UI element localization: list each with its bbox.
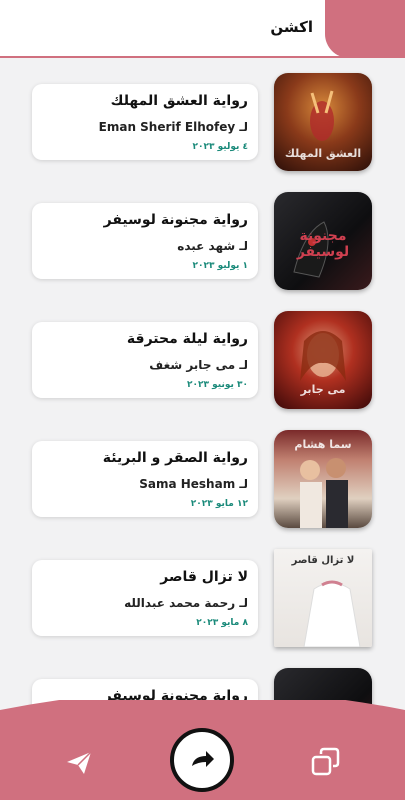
- novel-card[interactable]: رواية مجنونة لوسيفر لـ شهد عبده ١ يوليو …: [32, 203, 258, 279]
- novel-date: ٨ مايو ٢٠٢٣: [196, 618, 248, 628]
- cover-title: سما هشام: [294, 438, 352, 451]
- novel-title: رواية ليلة محترقة: [126, 331, 248, 347]
- novel-date: ١ يوليو ٢٠٢٣: [192, 261, 248, 271]
- novel-author: لـ رحمة محمد عبدالله: [124, 596, 248, 610]
- novel-card[interactable]: رواية الصقر و البريئة لـ Sama Hesham ١٢ …: [32, 441, 258, 517]
- page-title: اكشن: [270, 18, 313, 36]
- share-forward-icon: [192, 751, 214, 767]
- novel-date: ١٢ مايو ٢٠٢٣: [190, 499, 248, 509]
- novel-card[interactable]: لا تزال قاصر لـ رحمة محمد عبدالله ٨ مايو…: [32, 560, 258, 636]
- list-item[interactable]: رواية الصقر و البريئة لـ Sama Hesham ١٢ …: [0, 415, 405, 528]
- cover-title: مجنونة لوسيفر: [296, 228, 350, 260]
- send-icon: [67, 751, 92, 774]
- novel-date: ٣٠ يونيو ٢٠٢٣: [187, 380, 248, 390]
- copy-icon: [311, 747, 340, 776]
- list-item[interactable]: رواية العشق المهلك لـ Eman Sherif Elhofe…: [0, 58, 405, 171]
- novel-card[interactable]: رواية العشق المهلك لـ Eman Sherif Elhofe…: [32, 84, 258, 160]
- novel-title: رواية مجنونة لوسيفر: [103, 212, 248, 228]
- novel-author: لـ مى جابر شغف: [149, 358, 248, 372]
- novel-cover-image[interactable]: العشق المهلك: [274, 73, 372, 171]
- novel-author: لـ Sama Hesham: [139, 477, 248, 491]
- header-accent-tab: [325, 0, 405, 58]
- novel-author: لـ Eman Sherif Elhofey: [98, 120, 248, 134]
- cover-title: العشق المهلك: [284, 147, 362, 160]
- share-forward-button[interactable]: [170, 728, 234, 792]
- cover-title: مى جابر: [300, 383, 346, 396]
- novel-date: ٤ يوليو ٢٠٢٣: [192, 142, 248, 152]
- novel-title: لا تزال قاصر: [160, 569, 248, 585]
- cover-title: لا تزال قاصر: [291, 555, 355, 566]
- novel-title: رواية العشق المهلك: [110, 93, 248, 109]
- novel-card[interactable]: رواية ليلة محترقة لـ مى جابر شغف ٣٠ يوني…: [32, 322, 258, 398]
- header-bar: اكشن: [0, 0, 405, 58]
- list-item[interactable]: لا تزال قاصر لـ رحمة محمد عبدالله ٨ مايو…: [0, 534, 405, 647]
- novel-cover-image[interactable]: لا تزال قاصر: [274, 549, 372, 647]
- send-button[interactable]: [64, 748, 94, 778]
- copy-button[interactable]: [310, 746, 342, 778]
- novel-list[interactable]: رواية العشق المهلك لـ Eman Sherif Elhofe…: [0, 58, 405, 718]
- list-item[interactable]: رواية ليلة محترقة لـ مى جابر شغف ٣٠ يوني…: [0, 296, 405, 409]
- novel-cover-image[interactable]: سما هشام: [274, 430, 372, 528]
- novel-author: لـ شهد عبده: [177, 239, 248, 253]
- novel-cover-image[interactable]: مى جابر: [274, 311, 372, 409]
- novel-cover-image[interactable]: مجنونة لوسيفر: [274, 192, 372, 290]
- novel-title: رواية الصقر و البريئة: [102, 450, 248, 466]
- list-item[interactable]: رواية مجنونة لوسيفر لـ شهد عبده ١ يوليو …: [0, 177, 405, 290]
